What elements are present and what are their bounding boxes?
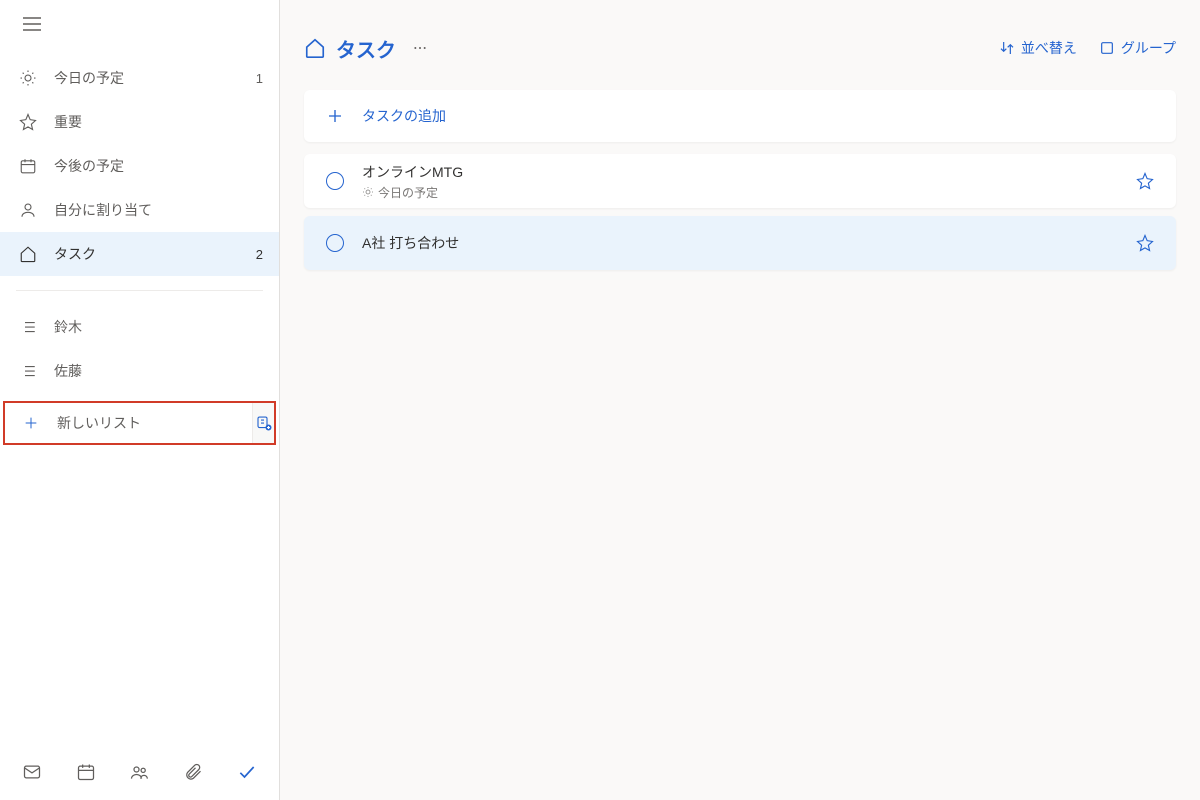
list-icon — [16, 318, 40, 336]
smart-lists: 今日の予定 1 重要 今後の予定 自分に割り当て タスク 2 — [0, 48, 279, 284]
sort-icon — [999, 40, 1015, 56]
new-group-button[interactable] — [252, 403, 274, 443]
sidebar-item-tasks[interactable]: タスク 2 — [0, 232, 279, 276]
home-icon — [16, 245, 40, 263]
header-actions: 並べ替え グループ — [999, 38, 1176, 58]
sidebar-item-planned[interactable]: 今後の予定 — [0, 144, 279, 188]
star-icon — [1136, 172, 1154, 190]
add-task-row[interactable]: タスクの追加 — [304, 90, 1176, 142]
main-header: タスク 並べ替え グループ — [304, 24, 1176, 72]
sidebar-item-suzuki[interactable]: 鈴木 — [0, 305, 279, 349]
sort-label: 並べ替え — [1021, 38, 1077, 58]
nav-label: 自分に割り当て — [54, 200, 263, 220]
bottom-calendar-button[interactable] — [60, 750, 112, 794]
bottom-todo-button[interactable] — [221, 750, 273, 794]
main-title-group: タスク — [304, 34, 428, 63]
new-list-row — [3, 401, 276, 445]
people-icon — [129, 762, 149, 782]
sidebar-item-important[interactable]: 重要 — [0, 100, 279, 144]
task-meta-label: 今日の予定 — [378, 184, 438, 201]
person-icon — [16, 201, 40, 219]
bottom-attach-button[interactable] — [167, 750, 219, 794]
calendar-icon — [16, 157, 40, 175]
task-title: A社 打ち合わせ — [362, 233, 1118, 253]
group-button[interactable]: グループ — [1099, 38, 1176, 58]
sun-icon — [362, 186, 374, 198]
add-task-label: タスクの追加 — [362, 106, 446, 126]
nav-label: 鈴木 — [54, 317, 263, 337]
nav-label: タスク — [54, 244, 256, 264]
star-icon — [16, 113, 40, 131]
home-icon — [304, 37, 326, 59]
group-icon — [1099, 40, 1115, 56]
complete-checkbox[interactable] — [326, 172, 344, 190]
sidebar-item-today[interactable]: 今日の予定 1 — [0, 56, 279, 100]
nav-count: 1 — [256, 71, 263, 86]
nav-label: 今日の予定 — [54, 68, 256, 88]
mail-icon — [22, 762, 42, 782]
page-title: タスク — [336, 34, 396, 63]
bottom-people-button[interactable] — [114, 750, 166, 794]
task-content: A社 打ち合わせ — [362, 233, 1118, 253]
nav-label: 佐藤 — [54, 361, 263, 381]
star-button[interactable] — [1136, 172, 1154, 190]
sidebar-item-sato[interactable]: 佐藤 — [0, 349, 279, 393]
star-button[interactable] — [1136, 234, 1154, 252]
nav-count: 2 — [256, 247, 263, 262]
list-icon — [16, 362, 40, 380]
custom-lists: 鈴木 佐藤 — [0, 297, 279, 401]
plus-icon — [326, 107, 344, 125]
main-panel: タスク 並べ替え グループ タスクの追加 オンラインMTG — [280, 0, 1200, 800]
plus-icon — [19, 415, 43, 431]
sidebar-item-assigned[interactable]: 自分に割り当て — [0, 188, 279, 232]
task-content: オンラインMTG 今日の予定 — [362, 162, 1118, 201]
new-group-icon — [255, 414, 273, 432]
sidebar-bottom-bar — [0, 744, 279, 800]
star-icon — [1136, 234, 1154, 252]
check-icon — [237, 762, 257, 782]
group-label: グループ — [1121, 38, 1176, 58]
divider — [16, 290, 263, 291]
new-list-button[interactable] — [5, 415, 252, 431]
task-item[interactable]: A社 打ち合わせ — [304, 216, 1176, 270]
calendar-icon — [76, 762, 96, 782]
hamburger-icon — [23, 17, 41, 31]
new-list-input[interactable] — [57, 415, 238, 431]
sidebar: 今日の予定 1 重要 今後の予定 自分に割り当て タスク 2 — [0, 0, 280, 800]
complete-checkbox[interactable] — [326, 234, 344, 252]
more-icon — [412, 40, 428, 56]
sort-button[interactable]: 並べ替え — [999, 38, 1077, 58]
more-options-button[interactable] — [412, 40, 428, 56]
sun-icon — [16, 69, 40, 87]
nav-label: 重要 — [54, 112, 263, 132]
attach-icon — [183, 762, 203, 782]
hamburger-menu-button[interactable] — [16, 8, 48, 40]
bottom-mail-button[interactable] — [6, 750, 58, 794]
task-meta: 今日の予定 — [362, 184, 1118, 201]
task-item[interactable]: オンラインMTG 今日の予定 — [304, 154, 1176, 208]
nav-label: 今後の予定 — [54, 156, 263, 176]
task-title: オンラインMTG — [362, 162, 1118, 182]
sidebar-top — [0, 0, 279, 48]
